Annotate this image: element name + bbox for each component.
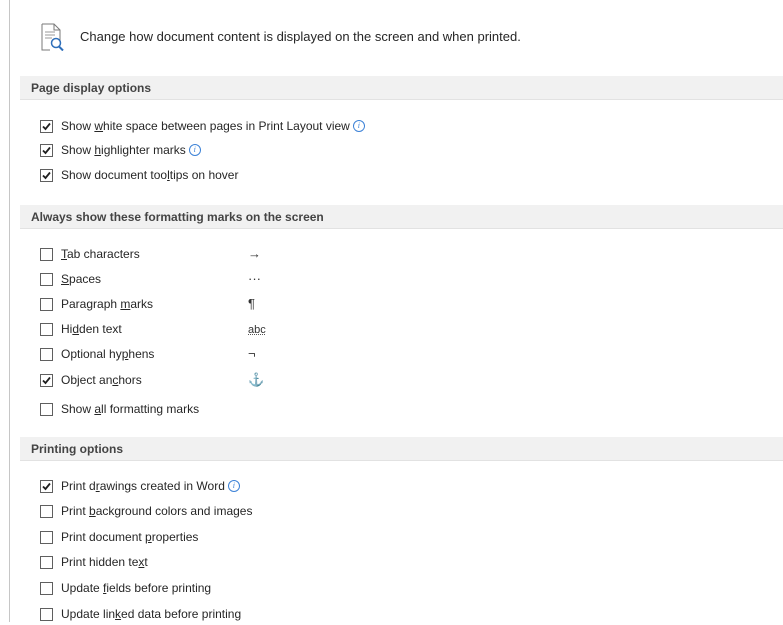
access-key: S <box>61 272 70 286</box>
option-label: Paragraph marks <box>61 297 154 311</box>
section-title: Page display options <box>31 81 152 95</box>
option-row[interactable]: Update linked data before printing <box>40 607 760 625</box>
access-key: b <box>89 504 96 518</box>
option-label: Show highlighter marks i <box>61 143 201 158</box>
option-label: Update linked data before printing <box>61 607 242 621</box>
option-row[interactable]: Tab characters → <box>40 246 760 265</box>
option-row[interactable]: Print drawings created in Word i <box>40 479 760 497</box>
option-checkbox[interactable] <box>40 348 53 361</box>
section-header-page-display: Page display options <box>20 76 783 100</box>
option-checkbox[interactable] <box>40 531 53 544</box>
option-label: Print hidden text <box>61 555 148 569</box>
anchor-icon: ⚓ <box>248 372 265 387</box>
option-label: Print drawings created in Word i <box>61 479 240 494</box>
checkmark-icon <box>42 122 51 131</box>
option-checkbox[interactable] <box>40 608 53 621</box>
option-label: Show all formatting marks <box>61 402 200 416</box>
option-label: Object anchors <box>61 373 142 387</box>
option-row[interactable]: Hidden text abc <box>40 322 760 340</box>
access-key: w <box>94 119 104 133</box>
option-checkbox[interactable] <box>40 144 53 157</box>
option-label: Spaces <box>61 272 102 286</box>
option-row[interactable]: Update fields before printing <box>40 581 760 599</box>
info-icon[interactable]: i <box>227 480 240 492</box>
option-checkbox[interactable] <box>40 120 53 133</box>
checkmark-icon <box>42 376 51 385</box>
option-row[interactable]: Print background colors and images <box>40 504 760 522</box>
option-label: Optional hyphens <box>61 347 155 361</box>
checkmark-icon <box>42 482 51 491</box>
option-checkbox[interactable] <box>40 374 53 387</box>
hidden-text-icon: abc <box>248 324 266 336</box>
option-row[interactable]: Object anchors ⚓ <box>40 372 760 391</box>
access-key: m <box>120 297 131 311</box>
option-row[interactable]: Print document properties <box>40 530 760 548</box>
section-header-formatting-marks: Always show these formatting marks on th… <box>20 205 783 229</box>
panel-header: Change how document content is displayed… <box>10 0 783 60</box>
option-checkbox[interactable] <box>40 169 53 182</box>
pilcrow-icon: ¶ <box>248 296 255 311</box>
option-checkbox[interactable] <box>40 248 53 261</box>
option-checkbox[interactable] <box>40 582 53 595</box>
option-label: Tab characters <box>61 247 140 261</box>
option-row[interactable]: Show all formatting marks <box>40 402 760 420</box>
section-header-printing: Printing options <box>20 437 783 461</box>
option-row[interactable]: Show highlighter marks i <box>40 143 760 161</box>
info-icon[interactable]: i <box>352 120 365 132</box>
option-checkbox[interactable] <box>40 403 53 416</box>
option-checkbox[interactable] <box>40 298 53 311</box>
option-row[interactable]: Print hidden text <box>40 555 760 573</box>
checkmark-icon <box>42 146 51 155</box>
checkmark-icon <box>42 171 51 180</box>
option-checkbox[interactable] <box>40 556 53 569</box>
option-label: Show document tooltips on hover <box>61 168 239 182</box>
panel-description: Change how document content is displayed… <box>80 29 521 44</box>
option-label: Print background colors and images <box>61 504 253 518</box>
access-key: p <box>145 530 152 544</box>
option-checkbox[interactable] <box>40 323 53 336</box>
space-dots-icon: ··· <box>248 271 261 286</box>
section-title: Always show these formatting marks on th… <box>31 210 324 224</box>
option-row[interactable]: Optional hyphens ¬ <box>40 346 760 365</box>
option-label: Hidden text <box>61 322 122 336</box>
info-icon[interactable]: i <box>188 144 201 156</box>
option-row[interactable]: Paragraph marks ¶ <box>40 296 760 315</box>
section-title: Printing options <box>31 442 123 456</box>
option-checkbox[interactable] <box>40 505 53 518</box>
option-label: Update fields before printing <box>61 581 212 595</box>
option-checkbox[interactable] <box>40 480 53 493</box>
display-options-panel: Change how document content is displayed… <box>10 0 783 622</box>
tab-arrow-icon: → <box>248 246 261 261</box>
optional-hyphen-icon: ¬ <box>248 346 256 361</box>
option-label: Show white space between pages in Print … <box>61 119 365 134</box>
document-view-icon <box>41 23 64 51</box>
option-checkbox[interactable] <box>40 273 53 286</box>
option-row[interactable]: Show white space between pages in Print … <box>40 119 760 137</box>
option-row[interactable]: Show document tooltips on hover <box>40 168 760 186</box>
option-row[interactable]: Spaces ··· <box>40 271 760 290</box>
option-label: Print document properties <box>61 530 199 544</box>
